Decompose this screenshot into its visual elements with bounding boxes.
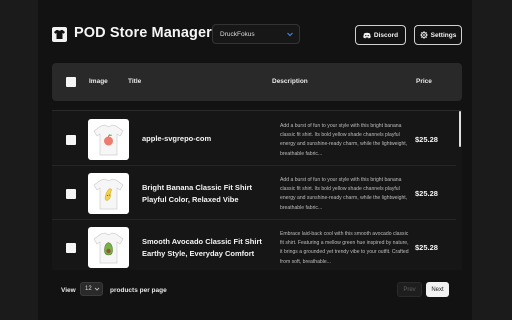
chevron-down-icon — [286, 30, 294, 38]
column-header-description: Description — [272, 78, 308, 85]
column-header-price: Price — [416, 78, 432, 85]
table-row[interactable]: Smooth Avocado Classic Fit Shirt Earthy … — [52, 221, 456, 270]
row-checkbox[interactable] — [66, 243, 76, 253]
product-image[interactable] — [88, 173, 129, 214]
store-select[interactable]: DruckFokus — [212, 24, 300, 44]
product-description: Add a burst of fun to your style with th… — [280, 177, 408, 211]
table-row[interactable]: Bright Banana Classic Fit Shirt Playful … — [52, 167, 456, 220]
per-page-select[interactable]: 12 — [80, 282, 103, 296]
settings-button[interactable]: Settings — [414, 25, 462, 45]
discord-icon — [363, 32, 371, 39]
chevron-down-icon — [94, 286, 100, 292]
product-title[interactable]: Smooth Avocado Classic Fit Shirt Earthy … — [142, 236, 272, 259]
table-scrollbar[interactable] — [459, 111, 461, 147]
per-page-label: products per page — [110, 287, 167, 294]
next-page-button[interactable]: Next — [426, 282, 449, 297]
product-description: Embrace laid-back cool with this smooth … — [280, 231, 409, 265]
prev-page-button[interactable]: Prev — [397, 282, 422, 297]
row-checkbox[interactable] — [66, 135, 76, 145]
tshirt-icon — [52, 27, 67, 42]
header: POD Store Manager DruckFokus Discord Set… — [52, 24, 462, 46]
table-header: Image Title Description Price — [52, 63, 462, 101]
product-price: $25.28 — [415, 243, 438, 252]
app-title: POD Store Manager — [74, 25, 212, 41]
product-image[interactable] — [88, 119, 129, 160]
app-panel: POD Store Manager DruckFokus Discord Set… — [38, 0, 472, 320]
table-row[interactable]: apple-svgrepo-com Add a burst of fun to … — [52, 113, 456, 166]
row-checkbox[interactable] — [66, 189, 76, 199]
product-table-body: apple-svgrepo-com Add a burst of fun to … — [52, 110, 462, 270]
column-header-title: Title — [128, 78, 142, 85]
gear-icon — [419, 31, 428, 39]
tshirt-apple-print-icon — [88, 119, 129, 160]
product-image[interactable] — [88, 227, 129, 268]
column-header-image: Image — [89, 78, 108, 85]
settings-button-label: Settings — [430, 31, 457, 39]
discord-button[interactable]: Discord — [355, 25, 406, 45]
store-select-value: DruckFokus — [220, 31, 255, 38]
select-all-checkbox[interactable] — [66, 77, 76, 87]
view-label: View — [61, 287, 76, 294]
product-title[interactable]: Bright Banana Classic Fit Shirt Playful … — [142, 182, 272, 205]
product-title[interactable]: apple-svgrepo-com — [142, 133, 272, 145]
per-page-value: 12 — [85, 286, 92, 292]
product-description: Add a burst of fun to your style with th… — [280, 123, 408, 157]
tshirt-banana-print-icon — [88, 173, 129, 214]
product-price: $25.28 — [415, 135, 438, 144]
discord-button-label: Discord — [373, 31, 399, 39]
pagination-footer: View 12 products per page Prev Next — [52, 280, 462, 300]
tshirt-avocado-print-icon — [88, 227, 129, 268]
product-price: $25.28 — [415, 189, 438, 198]
